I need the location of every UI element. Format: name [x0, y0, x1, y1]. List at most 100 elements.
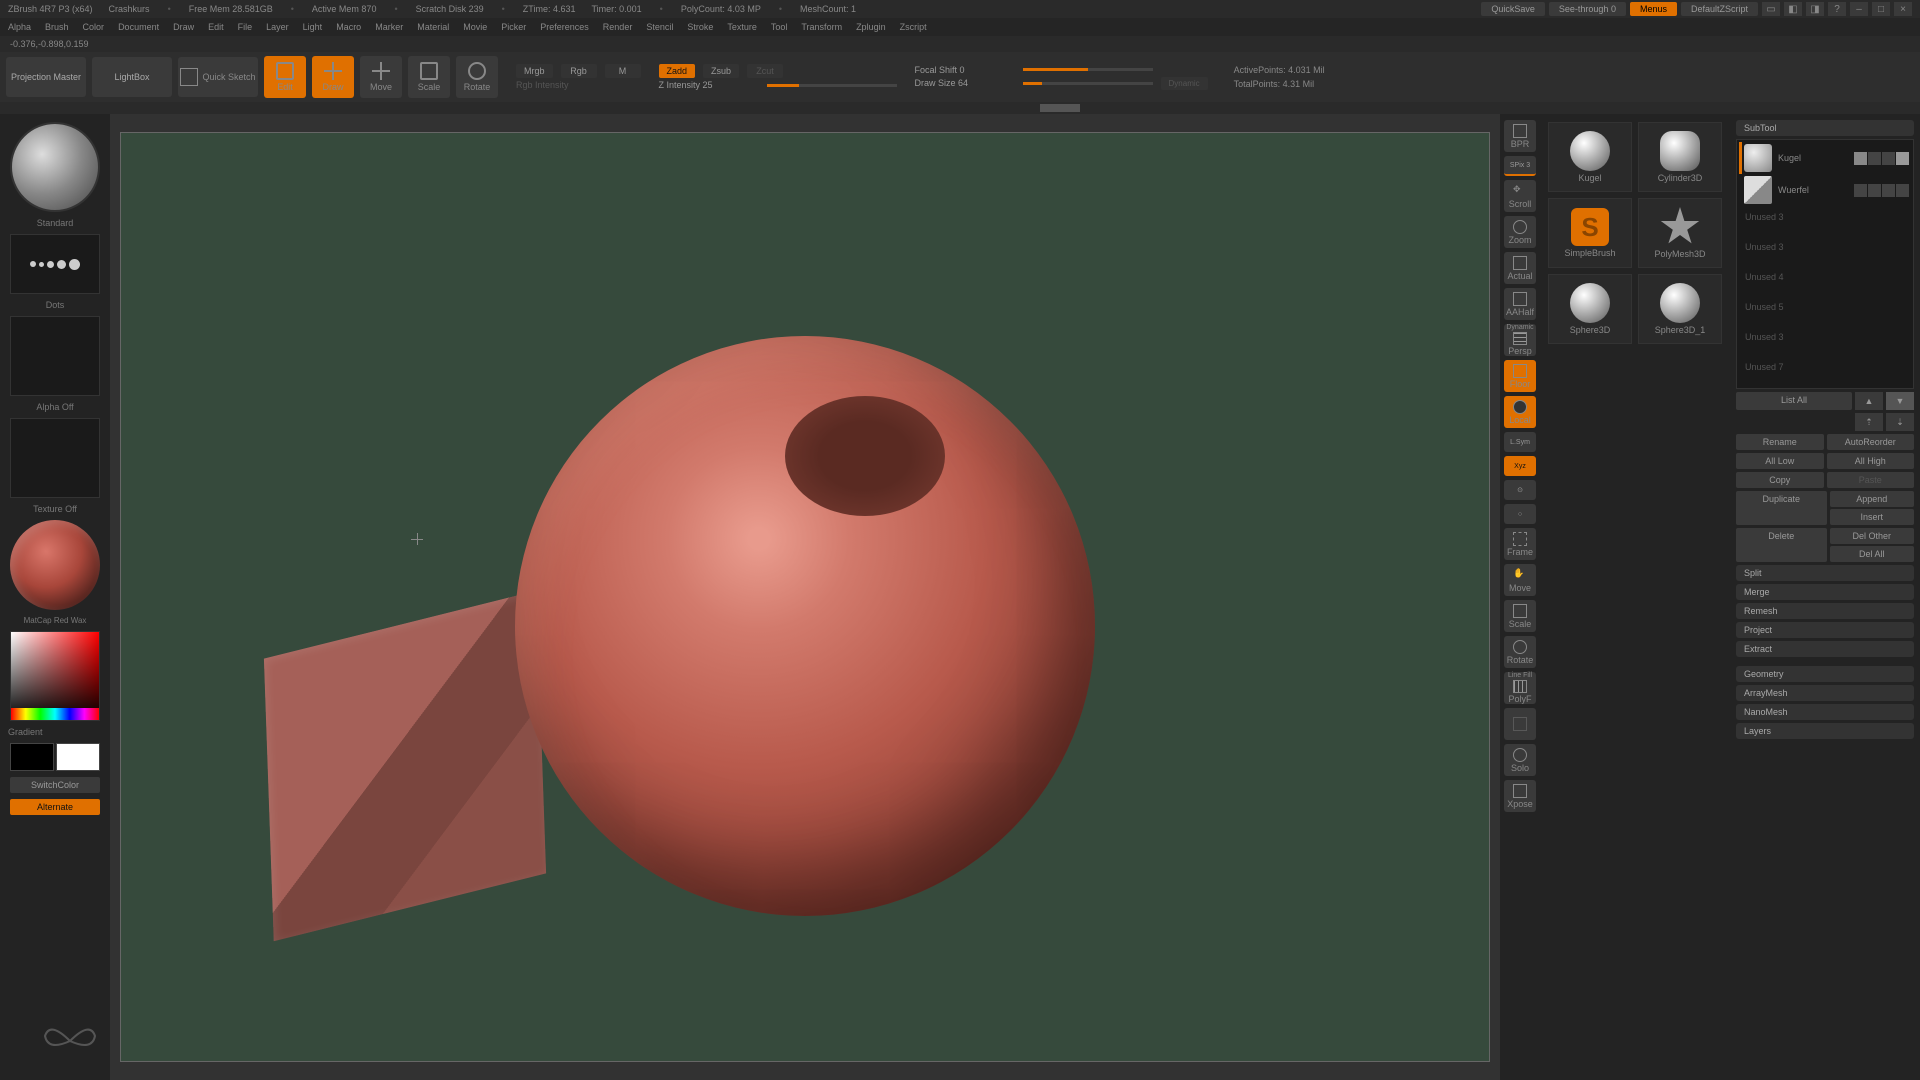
- down-arrow-icon[interactable]: ▼: [1886, 392, 1914, 410]
- window-icon[interactable]: ▭: [1762, 2, 1780, 16]
- nav-scale-button[interactable]: Scale: [1504, 600, 1536, 632]
- color-picker[interactable]: [10, 631, 100, 721]
- transp-button[interactable]: [1504, 708, 1536, 740]
- tool-sphere3d1[interactable]: Sphere3D_1: [1638, 274, 1722, 344]
- frame-button[interactable]: Frame: [1504, 528, 1536, 560]
- zadd-button[interactable]: Zadd: [659, 64, 696, 78]
- rotate-button[interactable]: Rotate: [456, 56, 498, 98]
- menu-item[interactable]: Layer: [266, 22, 289, 32]
- eye-icon[interactable]: [1854, 184, 1867, 197]
- list-all-button[interactable]: List All: [1736, 392, 1852, 410]
- delete-button[interactable]: Delete: [1736, 528, 1827, 562]
- scale-button[interactable]: Scale: [408, 56, 450, 98]
- menu-item[interactable]: Render: [603, 22, 633, 32]
- merge-section[interactable]: Merge: [1736, 584, 1914, 600]
- menu-item[interactable]: Stencil: [646, 22, 673, 32]
- arraymesh-section[interactable]: ArrayMesh: [1736, 685, 1914, 701]
- stroke-preview[interactable]: [10, 234, 100, 294]
- brush-preview[interactable]: [10, 122, 100, 212]
- dynamic-toggle[interactable]: Dynamic: [1161, 77, 1208, 90]
- quicksketch-button[interactable]: Quick Sketch: [178, 57, 258, 97]
- help-icon[interactable]: ?: [1828, 2, 1846, 16]
- tool-polymesh[interactable]: PolyMesh3D: [1638, 198, 1722, 268]
- subtool-row-wuerfel[interactable]: Wuerfel: [1739, 174, 1911, 206]
- maximize-icon[interactable]: □: [1872, 2, 1890, 16]
- menu-item[interactable]: Texture: [727, 22, 757, 32]
- menu-item[interactable]: Light: [303, 22, 323, 32]
- menu-item[interactable]: Stroke: [687, 22, 713, 32]
- cube-mesh[interactable]: [264, 591, 546, 941]
- swatch-black[interactable]: [10, 743, 54, 771]
- swatch-white[interactable]: [56, 743, 100, 771]
- subtool-header[interactable]: SubTool: [1736, 120, 1914, 136]
- xyz-button[interactable]: Xyz: [1504, 456, 1536, 476]
- divider-bar[interactable]: [0, 102, 1920, 114]
- window-icon[interactable]: ◨: [1806, 2, 1824, 16]
- move-down-icon[interactable]: ⇣: [1886, 413, 1914, 431]
- menu-item[interactable]: Document: [118, 22, 159, 32]
- persp-button[interactable]: DynamicPersp: [1504, 324, 1536, 356]
- append-button[interactable]: Append: [1830, 491, 1915, 507]
- menu-item[interactable]: Alpha: [8, 22, 31, 32]
- project-section[interactable]: Project: [1736, 622, 1914, 638]
- window-icon[interactable]: ◧: [1784, 2, 1802, 16]
- paste-button[interactable]: Paste: [1827, 472, 1915, 488]
- tool-kugel[interactable]: Kugel: [1548, 122, 1632, 192]
- menu-item[interactable]: Zscript: [900, 22, 927, 32]
- center-icon[interactable]: ⊙: [1504, 480, 1536, 500]
- rgb-button[interactable]: Rgb: [561, 64, 597, 78]
- spix-button[interactable]: SPix 3: [1504, 156, 1536, 176]
- linefill-button[interactable]: Line FillPolyF: [1504, 672, 1536, 704]
- menu-item[interactable]: Picker: [501, 22, 526, 32]
- default-zscript[interactable]: DefaultZScript: [1681, 2, 1758, 16]
- nanomesh-section[interactable]: NanoMesh: [1736, 704, 1914, 720]
- delother-button[interactable]: Del Other: [1830, 528, 1915, 544]
- gradient-label[interactable]: Gradient: [8, 727, 43, 737]
- alpha-slot[interactable]: [10, 316, 100, 396]
- vis2-icon[interactable]: [1896, 152, 1909, 165]
- draw-button[interactable]: Draw: [312, 56, 354, 98]
- up-arrow-icon[interactable]: ▲: [1855, 392, 1883, 410]
- eye-icon[interactable]: [1854, 152, 1867, 165]
- lightbox-button[interactable]: LightBox: [92, 57, 172, 97]
- zoom-button[interactable]: Zoom: [1504, 216, 1536, 248]
- paint-icon[interactable]: [1868, 152, 1881, 165]
- scroll-button[interactable]: ✥Scroll: [1504, 180, 1536, 212]
- focal-shift-slider[interactable]: [1023, 68, 1153, 71]
- menu-item[interactable]: File: [238, 22, 253, 32]
- nav-move-button[interactable]: ✋Move: [1504, 564, 1536, 596]
- aahalf-button[interactable]: AAHalf: [1504, 288, 1536, 320]
- paint-icon[interactable]: [1868, 184, 1881, 197]
- nav-rotate-button[interactable]: Rotate: [1504, 636, 1536, 668]
- local-button[interactable]: Local: [1504, 396, 1536, 428]
- menu-item[interactable]: Tool: [771, 22, 788, 32]
- lsym-button[interactable]: L.Sym: [1504, 432, 1536, 452]
- vis2-icon[interactable]: [1896, 184, 1909, 197]
- quicksave-button[interactable]: QuickSave: [1481, 2, 1545, 16]
- tool-sphere3d[interactable]: Sphere3D: [1548, 274, 1632, 344]
- layers-section[interactable]: Layers: [1736, 723, 1914, 739]
- menu-item[interactable]: Preferences: [540, 22, 589, 32]
- material-preview[interactable]: [10, 520, 100, 610]
- autoreorder-button[interactable]: AutoReorder: [1827, 434, 1915, 450]
- actual-button[interactable]: Actual: [1504, 252, 1536, 284]
- tool-cylinder[interactable]: Cylinder3D: [1638, 122, 1722, 192]
- zsub-button[interactable]: Zsub: [703, 64, 739, 78]
- menus-toggle[interactable]: Menus: [1630, 2, 1677, 16]
- sphere-mesh[interactable]: [515, 336, 1095, 916]
- extract-section[interactable]: Extract: [1736, 641, 1914, 657]
- vis-icon[interactable]: [1882, 152, 1895, 165]
- solo-button[interactable]: Solo: [1504, 744, 1536, 776]
- remesh-section[interactable]: Remesh: [1736, 603, 1914, 619]
- move-button[interactable]: Move: [360, 56, 402, 98]
- vis-icon[interactable]: [1882, 184, 1895, 197]
- insert-button[interactable]: Insert: [1830, 509, 1915, 525]
- alllow-button[interactable]: All Low: [1736, 453, 1824, 469]
- mrgb-button[interactable]: Mrgb: [516, 64, 553, 78]
- move-up-icon[interactable]: ⇡: [1855, 413, 1883, 431]
- texture-slot[interactable]: [10, 418, 100, 498]
- menu-item[interactable]: Zplugin: [856, 22, 886, 32]
- zcut-button[interactable]: Zcut: [747, 64, 783, 78]
- menu-item[interactable]: Brush: [45, 22, 69, 32]
- delall-button[interactable]: Del All: [1830, 546, 1915, 562]
